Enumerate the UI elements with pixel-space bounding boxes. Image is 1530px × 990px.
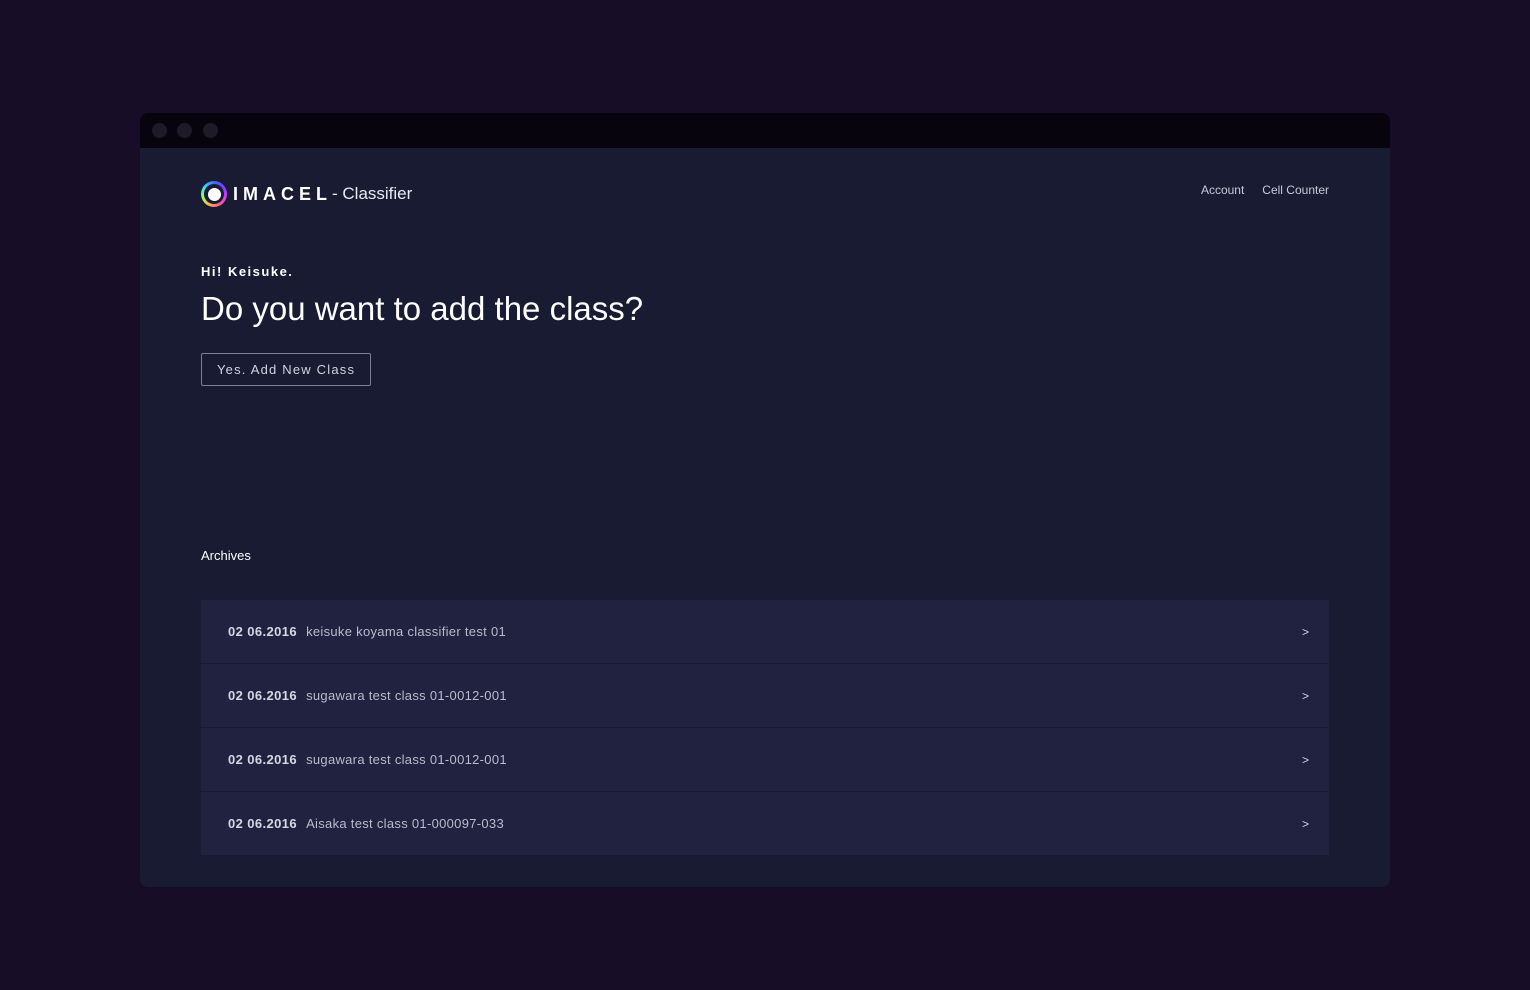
page-content: IMACEL - Classifier Account Cell Counter… bbox=[140, 148, 1390, 887]
window-maximize-dot[interactable] bbox=[203, 123, 218, 138]
app-logo[interactable]: IMACEL - Classifier bbox=[201, 180, 412, 208]
archive-date: 02 06.2016 bbox=[228, 816, 298, 831]
archive-row[interactable]: 02 06.2016 keisuke koyama classifier tes… bbox=[201, 600, 1329, 663]
browser-window: IMACEL - Classifier Account Cell Counter… bbox=[140, 113, 1390, 887]
chevron-right-icon: > bbox=[1301, 752, 1309, 767]
archive-name: Aisaka test class 01-000097-033 bbox=[306, 816, 504, 831]
archive-name: keisuke koyama classifier test 01 bbox=[306, 624, 507, 639]
chevron-right-icon: > bbox=[1301, 816, 1309, 831]
nav-cell-counter-link[interactable]: Cell Counter bbox=[1262, 183, 1329, 197]
archive-date: 02 06.2016 bbox=[228, 752, 298, 767]
archive-name: sugawara test class 01-0012-001 bbox=[306, 752, 507, 767]
top-nav: Account Cell Counter bbox=[1201, 183, 1329, 197]
archive-row[interactable]: 02 06.2016 sugawara test class 01-0012-0… bbox=[201, 728, 1329, 791]
window-titlebar bbox=[140, 113, 1390, 148]
chevron-right-icon: > bbox=[1301, 688, 1309, 703]
archive-date: 02 06.2016 bbox=[228, 624, 298, 639]
chevron-right-icon: > bbox=[1301, 624, 1309, 639]
archive-list: 02 06.2016 keisuke koyama classifier tes… bbox=[201, 600, 1329, 856]
add-new-class-button[interactable]: Yes. Add New Class bbox=[201, 353, 372, 386]
archive-date: 02 06.2016 bbox=[228, 688, 298, 703]
archive-row[interactable]: 02 06.2016 Aisaka test class 01-000097-0… bbox=[201, 792, 1329, 855]
archives-heading: Archives bbox=[201, 548, 251, 563]
archive-name: sugawara test class 01-0012-001 bbox=[306, 688, 507, 703]
nav-account-link[interactable]: Account bbox=[1201, 183, 1244, 197]
window-close-dot[interactable] bbox=[152, 123, 167, 138]
logo-wordmark: IMACEL bbox=[233, 183, 332, 204]
window-minimize-dot[interactable] bbox=[177, 123, 192, 138]
logo-suffix: - Classifier bbox=[332, 184, 413, 203]
logo-ring-icon bbox=[201, 181, 227, 207]
page-headline: Do you want to add the class? bbox=[201, 290, 644, 327]
greeting-text: Hi! Keisuke. bbox=[201, 264, 294, 279]
archive-row[interactable]: 02 06.2016 sugawara test class 01-0012-0… bbox=[201, 664, 1329, 727]
